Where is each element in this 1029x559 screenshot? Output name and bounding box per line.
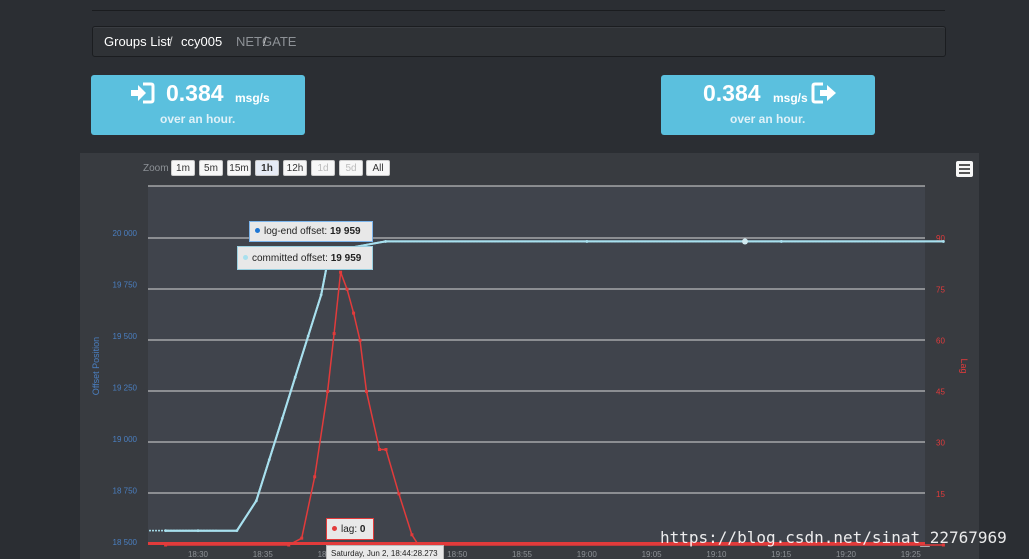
outgoing-rate-unit: msg/s — [773, 91, 808, 105]
outgoing-rate-value: 0.384 — [703, 80, 761, 106]
breadcrumb-group-link[interactable]: ccy005 — [181, 34, 222, 49]
breadcrumb: Groups List / ccy005 / NETGATE — [92, 26, 946, 57]
incoming-rate-unit: msg/s — [235, 91, 270, 105]
tooltip-committed-offset: committed offset: 19 959 — [237, 246, 373, 270]
tooltip-log-end-value: 19 959 — [329, 226, 361, 237]
zoom-button-12h[interactable]: 12h — [283, 160, 307, 176]
tooltip-log-end-label: log-end offset: — [264, 226, 328, 237]
zoom-button-1d: 1d — [311, 160, 335, 176]
breadcrumb-separator: / — [169, 34, 173, 49]
outgoing-rate-subtitle: over an hour. — [730, 112, 806, 126]
zoom-button-All[interactable]: All — [366, 160, 390, 176]
tooltip-log-end-offset: log-end offset: 19 959 — [249, 221, 373, 242]
sign-in-icon — [129, 82, 155, 109]
zoom-label: Zoom — [143, 163, 169, 174]
incoming-rate-subtitle: over an hour. — [160, 112, 236, 126]
top-divider — [92, 10, 945, 11]
watermark-url: https://blog.csdn.net/sinat_22767969 — [660, 528, 1007, 547]
breadcrumb-current: NETGATE — [236, 34, 297, 49]
tooltip-date-text: Saturday, Jun 2, 18:44:28.273 — [331, 549, 438, 558]
zoom-button-1h[interactable]: 1h — [255, 160, 279, 176]
sign-out-icon — [811, 82, 839, 109]
chart-panel — [80, 153, 979, 559]
tooltip-lag-label: lag: — [341, 524, 358, 535]
tooltip-committed-label: committed offset: — [252, 253, 328, 264]
tooltip-committed-value: 19 959 — [330, 253, 362, 264]
series-marker-icon — [332, 526, 337, 531]
zoom-button-15m[interactable]: 15m — [227, 160, 251, 176]
tooltip-date: Saturday, Jun 2, 18:44:28.273 — [326, 545, 444, 559]
outgoing-rate-box: 0.384 msg/s over an hour. — [661, 75, 875, 135]
series-marker-icon — [255, 228, 260, 233]
series-marker-icon — [243, 255, 248, 260]
incoming-rate-box: 0.384 msg/s over an hour. — [91, 75, 305, 135]
tooltip-lag-value: 0 — [359, 524, 366, 535]
zoom-button-5d: 5d — [339, 160, 363, 176]
tooltip-lag: lag: 0 — [326, 518, 374, 540]
zoom-button-5m[interactable]: 5m — [199, 160, 223, 176]
incoming-rate-value: 0.384 — [166, 80, 224, 106]
breadcrumb-groups-list-link[interactable]: Groups List — [104, 34, 170, 49]
zoom-button-1m[interactable]: 1m — [171, 160, 195, 176]
chart-menu-icon[interactable] — [956, 161, 973, 177]
